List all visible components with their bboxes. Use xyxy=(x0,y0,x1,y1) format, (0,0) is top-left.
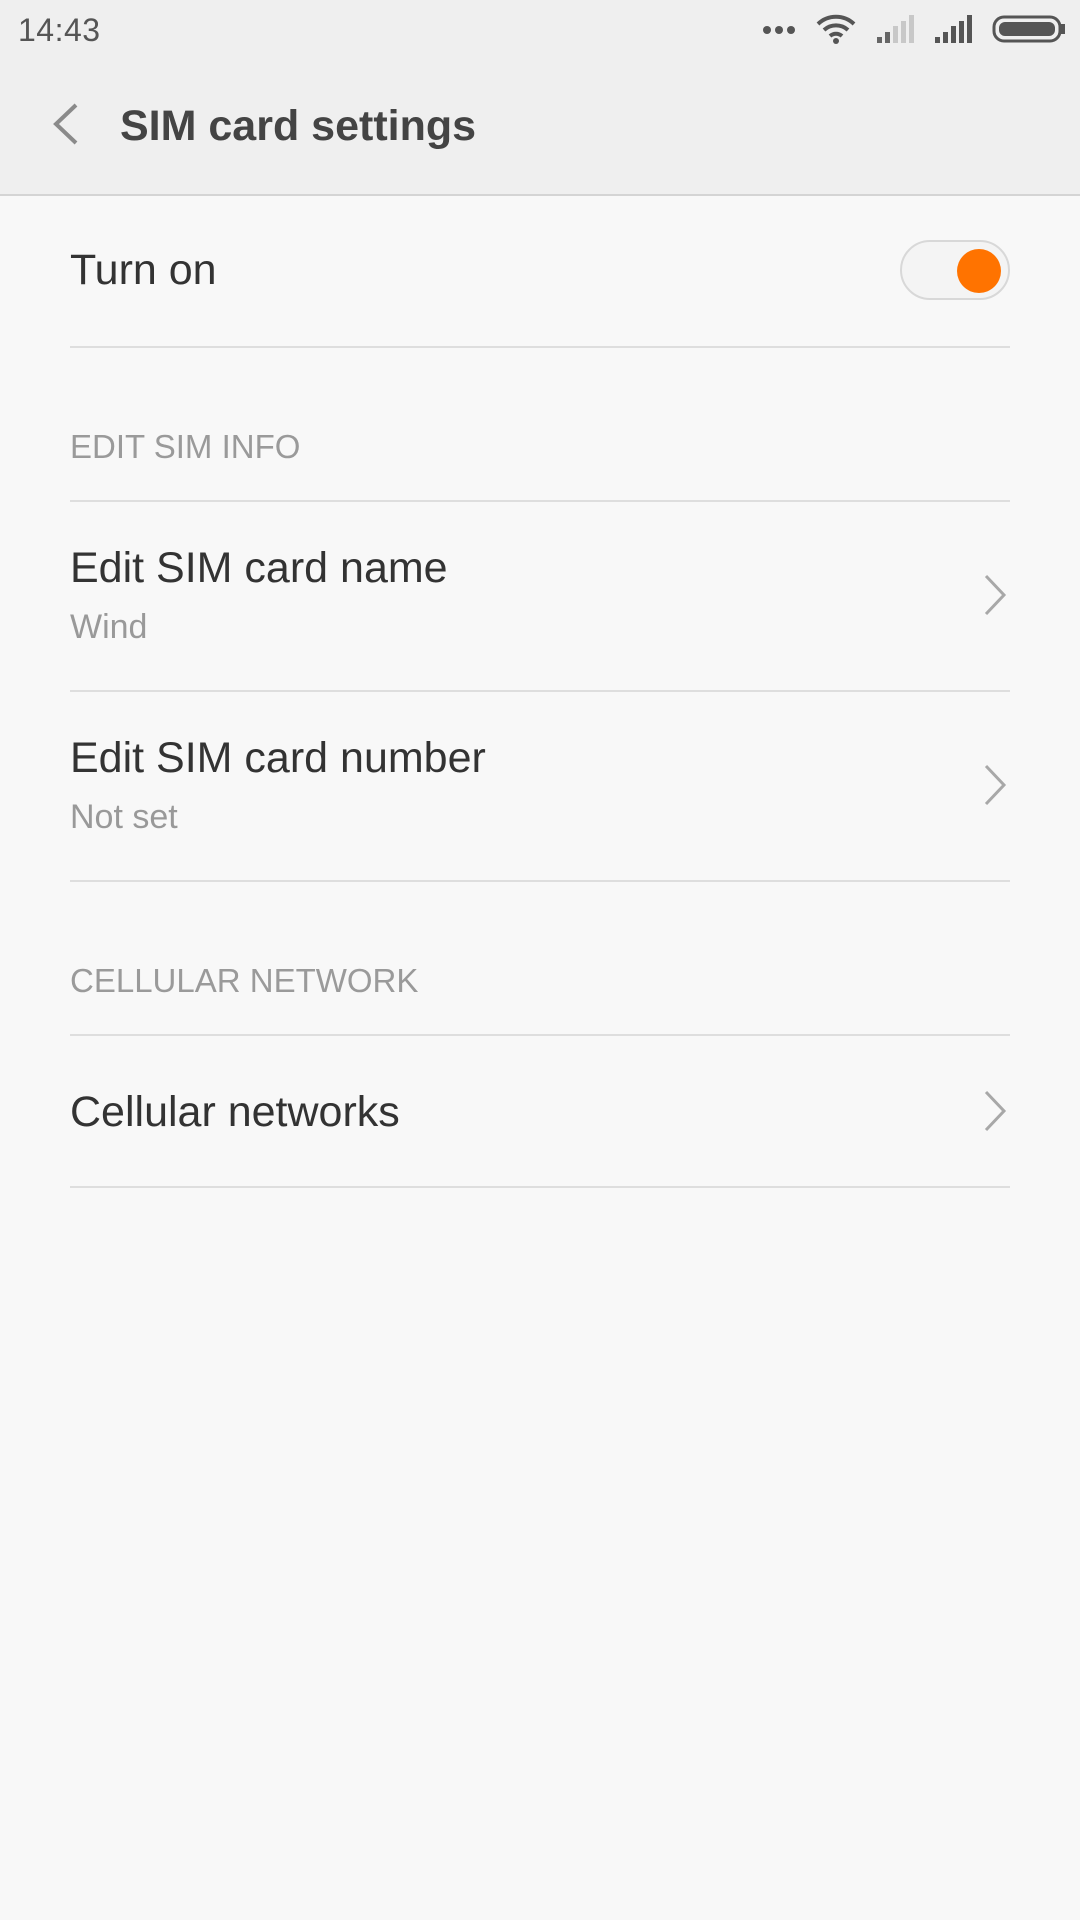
signal-strong-icon xyxy=(934,14,972,48)
chevron-right-icon xyxy=(980,572,1010,618)
edit-sim-number-row[interactable]: Edit SIM card number Not set xyxy=(70,692,1010,882)
section-edit-sim-info: EDIT SIM INFO xyxy=(70,348,1010,502)
edit-sim-name-row[interactable]: Edit SIM card name Wind xyxy=(70,502,1010,692)
edit-sim-name-value: Wind xyxy=(70,608,148,646)
cellular-networks-title: Cellular networks xyxy=(70,1088,400,1136)
section-cellular-network: CELLULAR NETWORK xyxy=(70,882,1010,1036)
turn-on-label: Turn on xyxy=(70,246,217,294)
battery-icon xyxy=(992,14,1066,49)
section-label-edit-sim-info: EDIT SIM INFO xyxy=(70,428,301,465)
back-button[interactable] xyxy=(40,94,90,158)
toggle-knob xyxy=(957,249,1001,293)
signal-weak-icon xyxy=(876,14,914,48)
edit-sim-number-value: Not set xyxy=(70,798,178,836)
more-dots-icon xyxy=(762,22,796,40)
status-time: 14:43 xyxy=(18,12,101,48)
chevron-right-icon xyxy=(980,762,1010,808)
turn-on-toggle[interactable] xyxy=(900,240,1010,300)
edit-sim-number-title: Edit SIM card number xyxy=(70,734,486,782)
section-label-cellular-network: CELLULAR NETWORK xyxy=(70,962,419,999)
wifi-icon xyxy=(816,14,856,49)
status-bar: 14:43 xyxy=(0,0,1080,62)
page-title: SIM card settings xyxy=(120,102,477,150)
chevron-left-icon xyxy=(50,102,80,151)
edit-sim-name-title: Edit SIM card name xyxy=(70,544,448,592)
cellular-networks-row[interactable]: Cellular networks xyxy=(70,1036,1010,1188)
app-header: SIM card settings xyxy=(0,62,1080,196)
turn-on-row[interactable]: Turn on xyxy=(70,196,1010,348)
status-icons xyxy=(742,12,1066,50)
chevron-right-icon xyxy=(980,1088,1010,1134)
